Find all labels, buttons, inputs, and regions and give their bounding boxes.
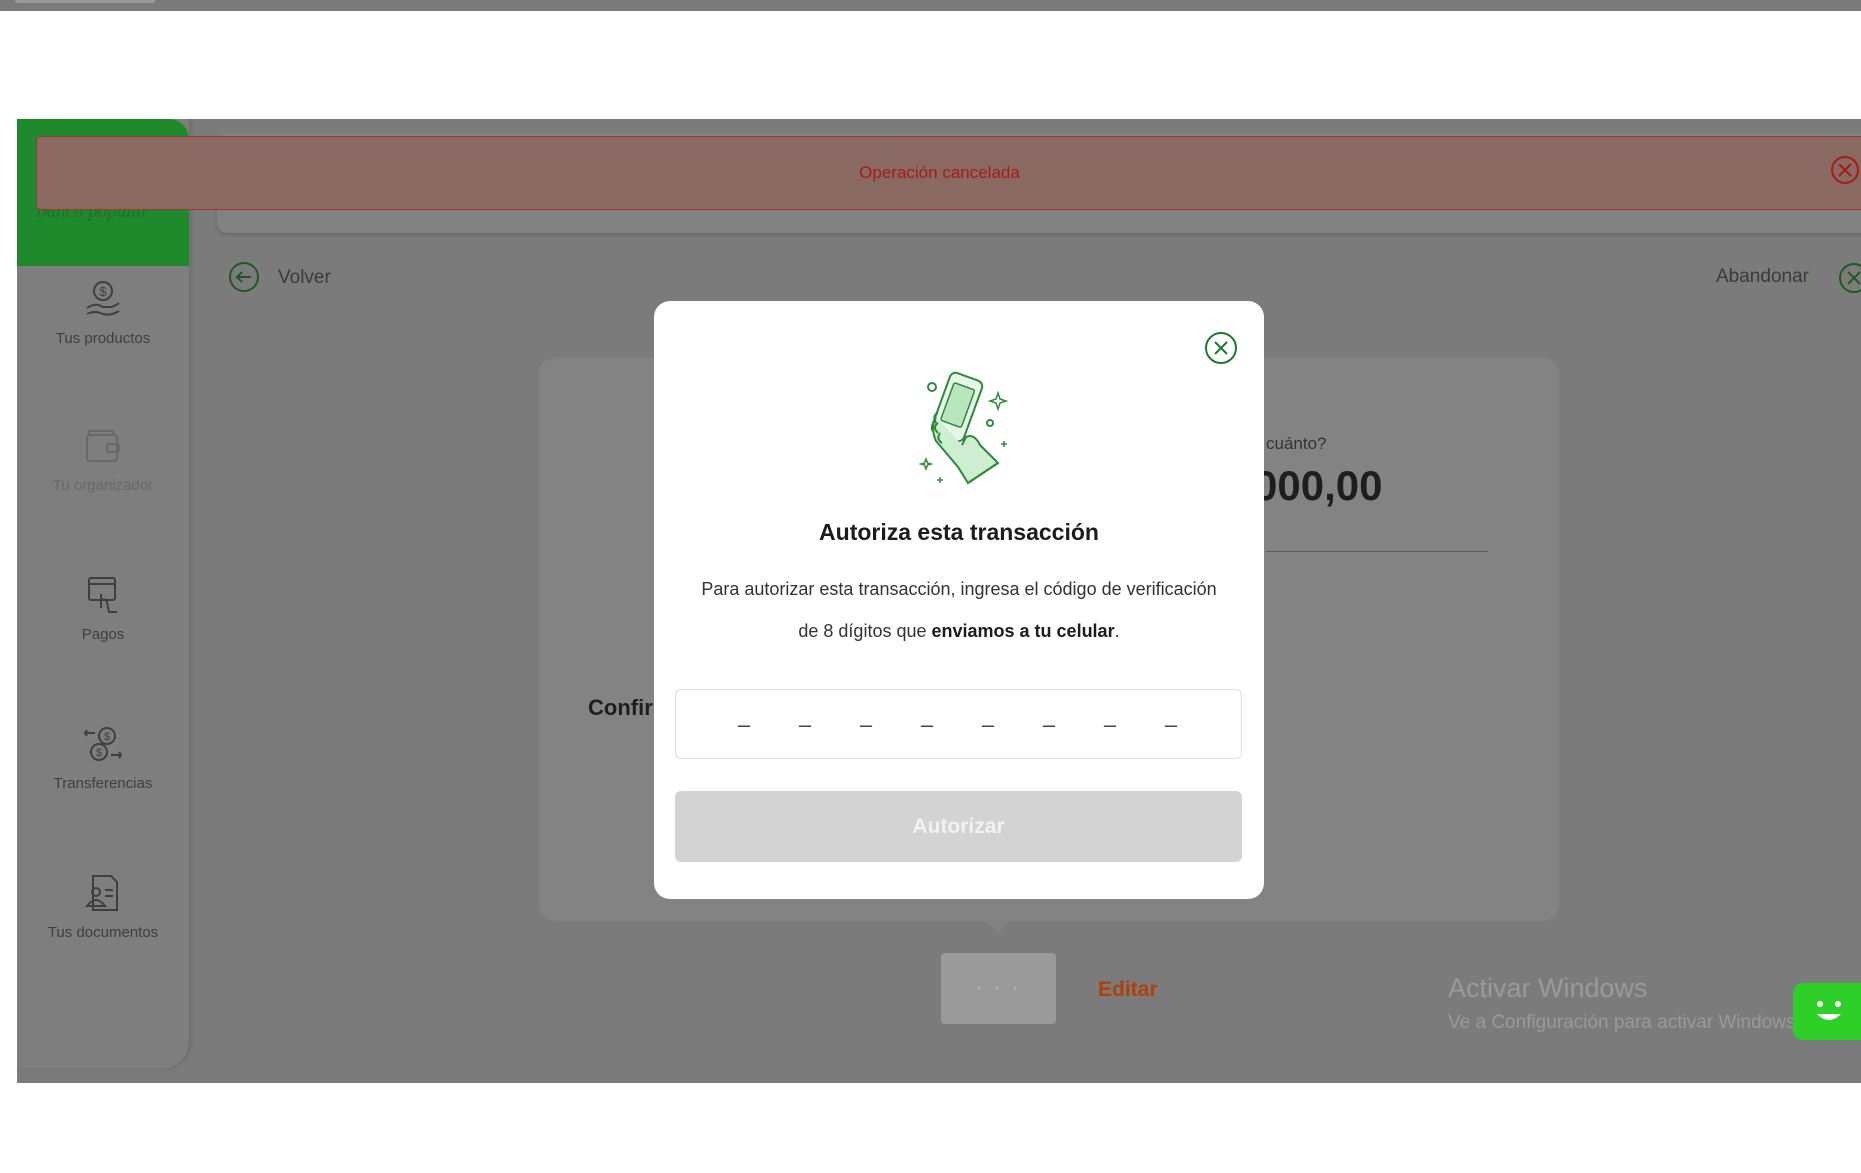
back-label: Volver [278,267,331,288]
code-digit-slot: – [981,712,995,737]
payment-touch-icon [88,577,117,613]
sidebar-item-label: Tus documentos [47,924,159,941]
more-options-button[interactable]: · · · [941,953,1056,1024]
windows-activation-subtitle: Ve a Configuración para activar Windows. [1448,1012,1801,1033]
abandon-button[interactable]: Abandonar [1716,266,1809,288]
divider [1266,551,1488,552]
sidebar-item-tus-documentos[interactable]: Tus documentos [17,872,189,941]
modal-description-line-1: Para autorizar esta transacción, ingresa… [701,579,1217,599]
alert-banner: Operación cancelada [36,136,1861,210]
edit-link[interactable]: Editar [1098,978,1158,1002]
verification-code-input[interactable]: – – – – – – – – [675,689,1242,759]
transfer-icon: $ $ [83,727,123,761]
sidebar: banco popular $ Tus productos Tu organiz… [17,119,189,1069]
close-circle-icon[interactable] [1829,154,1861,186]
sidebar-item-tus-productos[interactable]: $ Tus productos [17,278,189,347]
code-digit-slot: – [1042,712,1056,737]
sidebar-item-tu-organizador[interactable]: Tu organizador [17,425,189,494]
arrow-left-circle-icon [229,262,259,292]
sidebar-item-label: Tus productos [55,330,151,347]
browser-top-strip [0,0,1861,11]
modal-title: Autoriza esta transacción [819,519,1099,545]
sidebar-item-label: Transferencias [53,775,153,792]
alert-message: Operación cancelada [859,163,1020,182]
authorize-modal: Autoriza esta transacción Para autorizar… [654,301,1264,899]
amount-value: 000,00 [1254,462,1383,509]
windows-activation-title: Activar Windows [1448,973,1648,1003]
svg-text:$: $ [96,747,102,759]
modal-description-line-2: de 8 dígitos que enviamos a tu celular. [672,610,1246,652]
svg-text:$: $ [104,731,110,743]
code-digit-slot: – [1103,712,1117,737]
amount-question: cuánto? [1266,434,1327,453]
code-digit-slot: – [737,712,751,737]
chatbot-button[interactable] [1793,983,1861,1040]
phone-hand-illustration-icon [918,371,1009,485]
desc-emphasis: enviamos a tu celular [931,621,1115,641]
documents-icon [84,875,118,911]
code-digit-slot: – [798,712,812,737]
svg-text:$: $ [99,284,107,299]
close-circle-icon[interactable] [1836,261,1861,295]
wallet-icon [86,430,120,462]
smiley-bot-icon [1817,1001,1841,1020]
sidebar-item-label: Tu organizador [52,477,154,494]
sidebar-item-transferencias[interactable]: $ $ Transferencias [17,723,189,792]
sidebar-item-pagos[interactable]: Pagos [17,574,189,643]
money-hand-icon: $ [86,281,120,316]
browser-tab-stub [15,0,155,3]
code-digit-slot: – [859,712,873,737]
code-digit-slot: – [920,712,934,737]
close-circle-icon[interactable] [1204,331,1238,365]
abandon-label: Abandonar [1716,266,1809,287]
confirm-heading: Confir [588,695,653,720]
authorize-button[interactable]: Autorizar [675,791,1242,862]
sidebar-item-label: Pagos [81,626,125,643]
modal-description: Para autorizar esta transacción, ingresa… [672,568,1246,652]
desc-suffix: . [1114,621,1120,641]
desc-prefix: de 8 dígitos que [798,621,932,641]
code-digit-slot: – [1164,712,1178,737]
